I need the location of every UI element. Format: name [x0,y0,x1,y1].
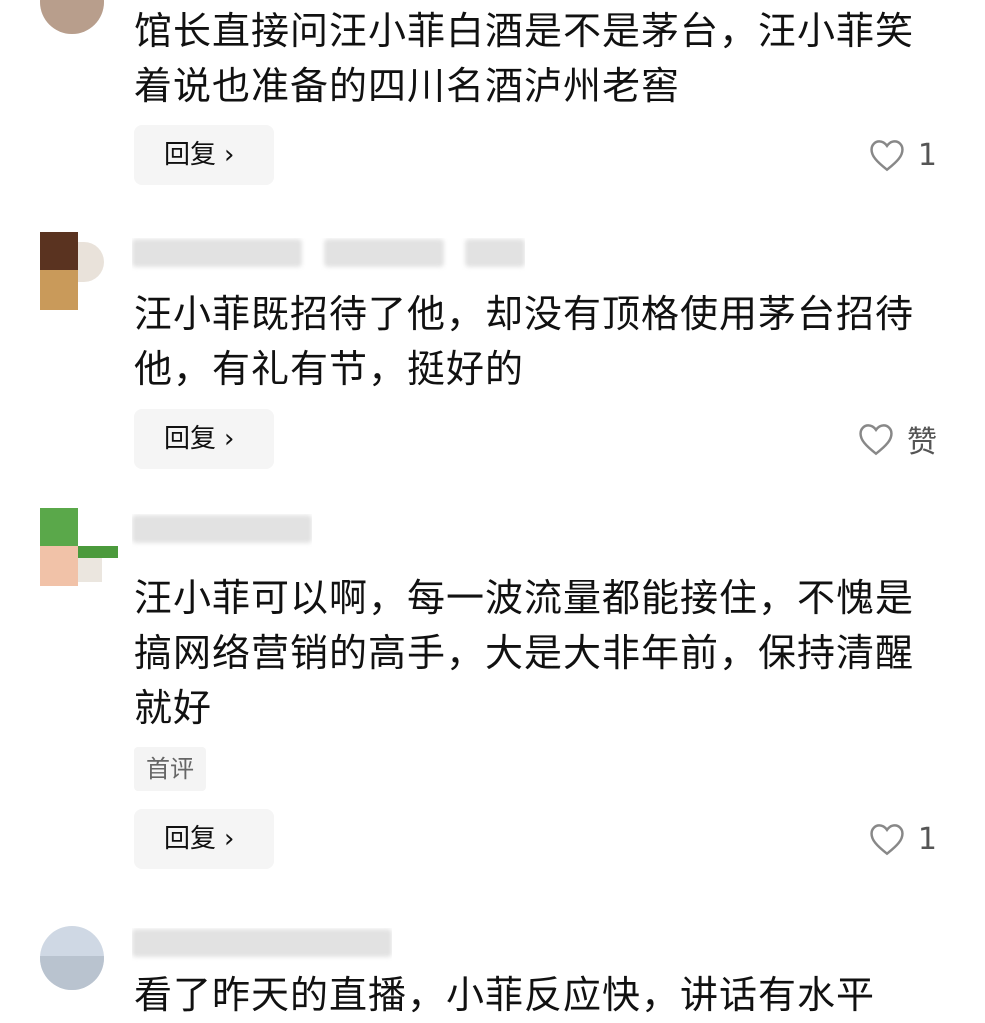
comment-body: 馆长直接问汪小菲白酒是不是茅台，汪小菲笑着说也准备的四川名酒泸州老窖 [134,9,915,108]
reply-button[interactable]: 回复 › [134,125,274,185]
chevron-right-icon: › [224,140,235,170]
blurred-time [323,239,444,267]
blurred-author [132,239,302,267]
avatar[interactable] [40,0,104,34]
reply-label: 回复 [164,424,217,454]
heart-icon [859,424,893,456]
like-button[interactable]: 1 [868,133,937,177]
comment-meta [132,928,392,962]
comment-body: 看了昨天的直播，小菲反应快，讲话有水平 [134,973,876,1017]
comment-body: 汪小菲可以啊，每一波流量都能接住，不愧是搞网络营销的高手，大是大非年前，保持清醒… [134,576,915,730]
avatar[interactable] [40,232,104,310]
first-comment-tag: 首评 [134,747,206,791]
avatar[interactable] [40,508,120,586]
blurred-author [132,929,392,957]
heart-icon [870,824,904,856]
chevron-right-icon: › [224,824,235,854]
heart-icon [870,140,904,172]
like-count: 1 [917,137,937,173]
reply-button[interactable]: 回复 › [134,409,274,469]
comment-meta [132,238,526,272]
reply-button[interactable]: 回复 › [134,809,274,869]
like-button[interactable]: 赞 [857,417,937,461]
reply-label: 回复 [164,140,217,170]
comment-meta [132,514,312,548]
avatar[interactable] [40,926,104,990]
like-label: 赞 [907,425,937,460]
blurred-location [465,239,526,267]
like-count: 1 [917,821,937,857]
blurred-author [132,515,312,543]
comment-body: 汪小菲既招待了他，却没有顶格使用茅台招待他，有礼有节，挺好的 [134,292,915,391]
reply-label: 回复 [164,824,217,854]
chevron-right-icon: › [224,424,235,454]
like-button[interactable]: 1 [868,817,937,861]
